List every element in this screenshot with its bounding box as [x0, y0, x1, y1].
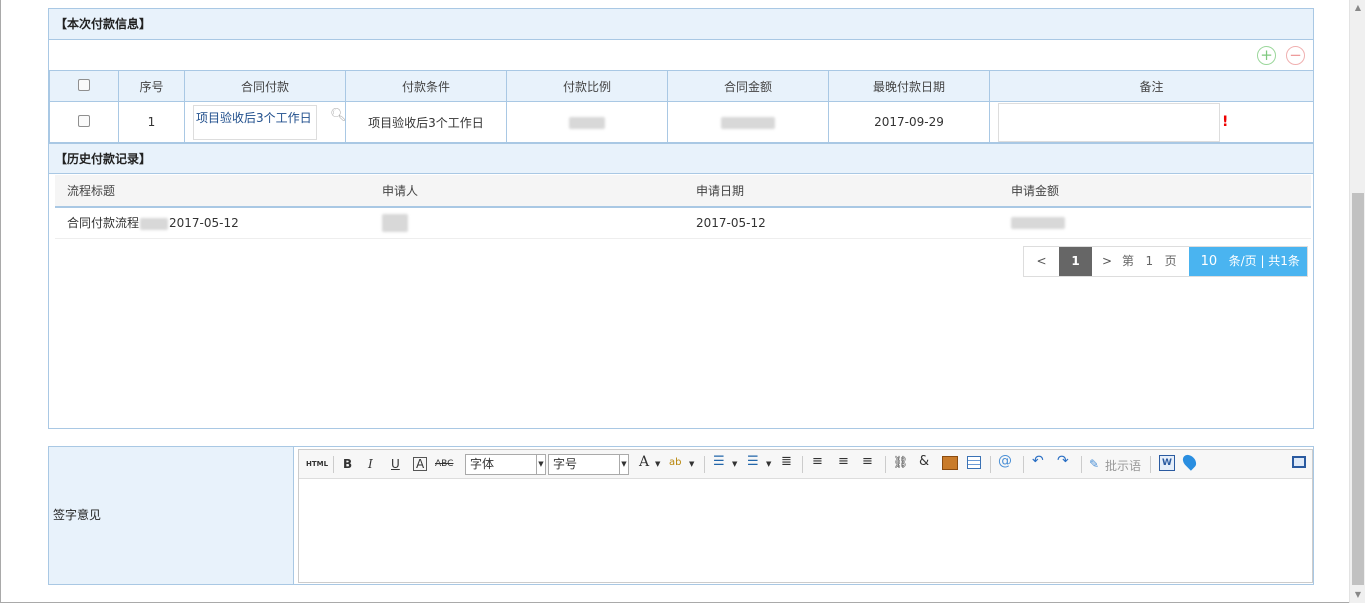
- chevron-down-icon: ▼: [536, 455, 545, 474]
- history-table: 流程标题 申请人 申请日期 申请金额 合同付款流程 2017-05-12 2017…: [55, 175, 1311, 239]
- current-page-button[interactable]: 1: [1059, 247, 1092, 276]
- col-latest-date: 最晚付款日期: [828, 70, 990, 102]
- col-applicant: 申请人: [370, 175, 684, 208]
- remark-cell: !: [989, 101, 1314, 143]
- font-border-icon[interactable]: A: [413, 457, 428, 471]
- col-index: 序号: [118, 70, 185, 102]
- history-table-wrap: 流程标题 申请人 申请日期 申请金额 合同付款流程 2017-05-12 2017…: [55, 175, 1311, 277]
- opinion-label: 签字意见: [49, 447, 294, 584]
- select-all-cell: [49, 70, 119, 102]
- indent-icon[interactable]: ≣: [781, 454, 792, 469]
- col-remark: 备注: [989, 70, 1314, 102]
- payment-ratio-value: [506, 101, 668, 143]
- select-all-checkbox[interactable]: [78, 78, 90, 91]
- opinion-panel: 签字意见 HTML B I U A ABC 字体 ▼ 字号 ▼ A ▼ ab ▼ ☰…: [48, 446, 1314, 585]
- remark-textarea[interactable]: [998, 103, 1220, 142]
- page-indicator: 第 1 页: [1122, 254, 1177, 268]
- editor-toolbar: HTML B I U A ABC 字体 ▼ 字号 ▼ A ▼ ab ▼ ☰ ▼ ☰ …: [299, 450, 1312, 479]
- history-title: 【历史付款记录】: [49, 143, 1313, 174]
- bold-button[interactable]: B: [343, 457, 352, 471]
- col-apply-date: 申请日期: [684, 175, 999, 208]
- html-source-button[interactable]: HTML: [306, 460, 328, 468]
- col-contract-payment: 合同付款: [184, 70, 346, 102]
- prev-page-button[interactable]: <: [1024, 247, 1059, 276]
- rich-text-editor: HTML B I U A ABC 字体 ▼ 字号 ▼ A ▼ ab ▼ ☰ ▼ ☰ …: [298, 449, 1313, 583]
- table-icon[interactable]: [967, 456, 981, 469]
- align-center-icon[interactable]: ≡: [838, 454, 849, 469]
- plus-circle-icon[interactable]: +: [1257, 46, 1276, 65]
- table-header-row: 序号 合同付款 付款条件 付款比例 合同金额 最晚付款日期 备注: [49, 70, 1314, 102]
- align-right-icon[interactable]: ≡: [862, 454, 873, 469]
- next-page-button[interactable]: >: [1092, 247, 1122, 276]
- col-payment-condition: 付款条件: [345, 70, 507, 102]
- italic-button[interactable]: I: [368, 457, 373, 471]
- vertical-scrollbar[interactable]: ▲ ▼: [1349, 0, 1365, 603]
- page: 【本次付款信息】 + − 序号 合同付款 付款条件 付款比例 合同金额 最晚付款…: [0, 0, 1365, 603]
- magnifier-icon[interactable]: 🔍︎: [330, 108, 347, 123]
- redacted-value: [569, 116, 605, 129]
- ordered-list-icon[interactable]: ☰: [713, 454, 725, 469]
- scroll-down-arrow[interactable]: ▼: [1350, 587, 1365, 603]
- process-title-value[interactable]: 合同付款流程 2017-05-12: [55, 207, 370, 239]
- chevron-down-icon[interactable]: ▼: [766, 460, 771, 468]
- contract-payment-field[interactable]: 项目验收后3个工作日: [193, 105, 317, 140]
- link-icon[interactable]: ⛓: [893, 455, 908, 469]
- redacted-value: [140, 217, 169, 230]
- table-row: 1 项目验收后3个工作日 🔍︎ 项目验收后3个工作日 2017-09-29 !: [49, 101, 1314, 143]
- apply-date-value: 2017-05-12: [684, 207, 999, 239]
- pagination: < 1 > 第 1 页 10 条/页 | 共1条: [1023, 246, 1308, 277]
- applicant-value: [370, 207, 684, 239]
- col-payment-ratio: 付款比例: [506, 70, 668, 102]
- row-checkbox[interactable]: [78, 114, 90, 127]
- row-tools: + −: [49, 40, 1313, 70]
- table-row[interactable]: 合同付款流程 2017-05-12 2017-05-12: [55, 207, 1311, 239]
- redacted-value: [1011, 217, 1065, 230]
- scroll-up-arrow[interactable]: ▲: [1350, 0, 1365, 16]
- row-index: 1: [118, 101, 185, 143]
- chevron-down-icon[interactable]: ▼: [732, 460, 737, 468]
- row-select-cell: [49, 101, 119, 143]
- col-apply-amount: 申请金额: [999, 175, 1311, 208]
- highlight-button[interactable]: ab: [669, 457, 681, 468]
- editor-content-area[interactable]: [299, 479, 1312, 579]
- redo-icon[interactable]: ↷: [1057, 453, 1069, 469]
- contract-amount-value: [667, 101, 829, 143]
- chevron-down-icon[interactable]: ▼: [689, 460, 694, 468]
- word-import-icon[interactable]: W: [1159, 455, 1175, 471]
- history-header-row: 流程标题 申请人 申请日期 申请金额: [55, 175, 1311, 208]
- at-mention-icon[interactable]: @: [998, 453, 1012, 469]
- unlink-icon[interactable]: &: [919, 454, 929, 469]
- align-left-icon[interactable]: ≡: [812, 454, 823, 469]
- approval-phrase-icon[interactable]: ✎: [1089, 457, 1099, 471]
- fullscreen-monitor-icon[interactable]: [1292, 456, 1306, 468]
- col-process-title: 流程标题: [55, 175, 370, 208]
- minus-circle-icon[interactable]: −: [1286, 46, 1305, 65]
- strikethrough-icon[interactable]: ABC: [435, 459, 453, 469]
- underline-button[interactable]: U: [391, 457, 400, 471]
- image-icon[interactable]: [942, 456, 958, 470]
- page-size-selector[interactable]: 10 条/页 | 共1条: [1188, 247, 1307, 276]
- col-contract-amount: 合同金额: [667, 70, 829, 102]
- chevron-down-icon[interactable]: ▼: [655, 460, 660, 468]
- chevron-down-icon: ▼: [619, 455, 628, 474]
- contract-payment-cell: 项目验收后3个工作日 🔍︎: [184, 101, 347, 143]
- redacted-value: [382, 213, 408, 232]
- required-mark: !: [1222, 114, 1229, 130]
- approval-phrase-button[interactable]: 批示语: [1105, 457, 1141, 474]
- apply-amount-value: [999, 207, 1311, 239]
- payment-panel: 【本次付款信息】 + − 序号 合同付款 付款条件 付款比例 合同金额 最晚付款…: [48, 8, 1314, 429]
- location-pin-icon[interactable]: [1180, 452, 1199, 471]
- latest-date-value: 2017-09-29: [828, 101, 990, 143]
- unordered-list-icon[interactable]: ☰: [747, 454, 759, 469]
- redacted-value: [721, 116, 775, 129]
- font-size-select[interactable]: 字号 ▼: [548, 454, 629, 475]
- payment-condition-value: 项目验收后3个工作日: [345, 101, 507, 143]
- font-color-button[interactable]: A: [639, 454, 649, 470]
- current-payment-table: 序号 合同付款 付款条件 付款比例 合同金额 最晚付款日期 备注 1 项目验收后…: [49, 70, 1314, 143]
- font-family-select[interactable]: 字体 ▼: [465, 454, 546, 475]
- current-payment-title: 【本次付款信息】: [49, 9, 1313, 40]
- undo-icon[interactable]: ↶: [1032, 453, 1044, 469]
- scrollbar-thumb[interactable]: [1352, 193, 1364, 585]
